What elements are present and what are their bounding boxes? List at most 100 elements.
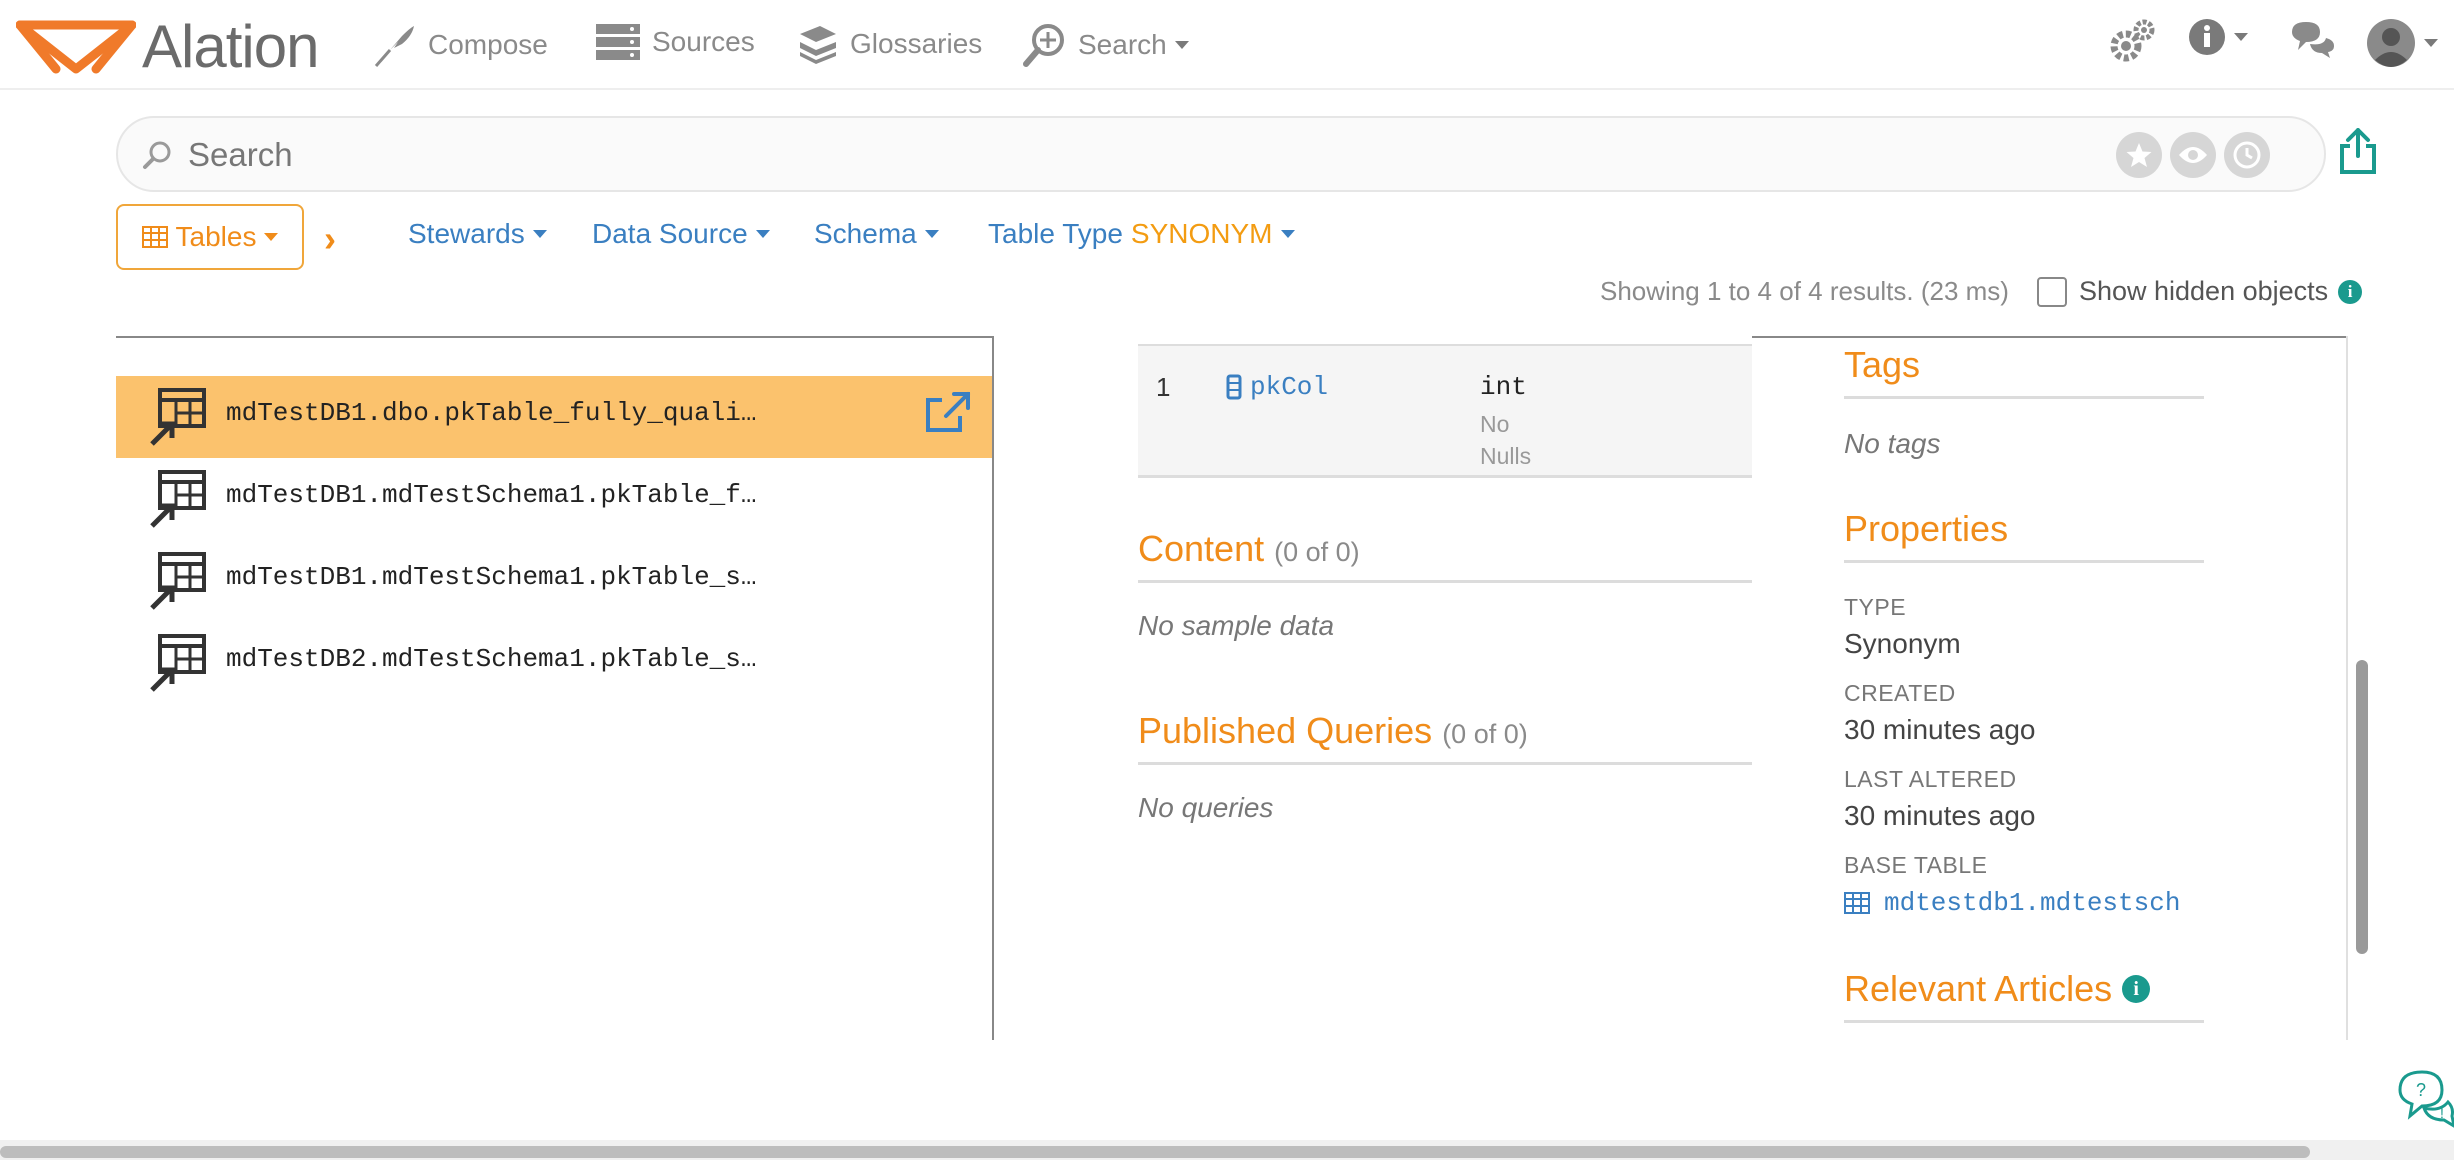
results-summary-row: Showing 1 to 4 of 4 results. (23 ms) Sho… (1600, 276, 2363, 307)
help-menu-button[interactable] (2188, 18, 2248, 56)
nav-sources[interactable]: Sources (594, 22, 755, 62)
chevron-down-icon (2424, 39, 2438, 47)
synonym-table-icon (150, 550, 208, 617)
starred-filter-button[interactable] (2116, 132, 2162, 178)
nav-search[interactable]: Search (1022, 22, 1189, 68)
alation-logo[interactable]: Alation (16, 12, 319, 81)
data-source-filter[interactable]: Data Source (592, 218, 770, 250)
nav-compose[interactable]: Compose (372, 22, 548, 68)
relevant-articles-title: Relevant Articles (1844, 968, 2113, 1009)
column-icon (1226, 374, 1242, 400)
data-source-filter-label: Data Source (592, 218, 748, 249)
search-input[interactable]: Search (116, 116, 2326, 192)
column-type: int (1480, 372, 1527, 402)
synonym-table-icon (150, 468, 208, 535)
column-index: 1 (1156, 372, 1171, 402)
type-value: Synonym (1844, 628, 1961, 659)
list-item[interactable]: mdTestDB1.dbo.pkTable_fully_quali… (116, 376, 992, 458)
results-list: mdTestDB1.dbo.pkTable_fully_quali… mdTes… (116, 336, 994, 1040)
chevron-down-icon (2234, 33, 2248, 41)
list-item-name: mdTestDB1.mdTestSchema1.pkTable_s… (226, 562, 757, 592)
detail-side-column: Tags No tags Properties TYPE Synonym CRE… (1844, 336, 2204, 1040)
schema-filter-label: Schema (814, 218, 917, 249)
nav-sources-label: Sources (652, 26, 755, 57)
server-stack-icon (596, 24, 640, 60)
list-item[interactable]: mdTestDB1.mdTestSchema1.pkTable_s… (116, 540, 992, 622)
chat-help-button[interactable]: ? ! (2396, 1068, 2454, 1133)
synonym-table-icon (150, 632, 208, 699)
divider (2346, 336, 2348, 1040)
feather-icon (374, 26, 414, 67)
detail-main-column: 1 pkCol int No Nulls Content (0 of 0) No… (1138, 336, 1752, 1040)
chat-bubbles-icon (2292, 22, 2334, 58)
show-hidden-label[interactable]: Show hidden objects (2079, 276, 2328, 307)
settings-button[interactable] (2108, 18, 2156, 66)
horizontal-scrollbar[interactable] (0, 1146, 2310, 1158)
chevron-down-icon (1174, 41, 1189, 49)
column-nullability: No Nulls (1480, 408, 1531, 472)
external-link-icon (926, 392, 970, 432)
svg-text:!: ! (2440, 1105, 2444, 1121)
base-table-label: BASE TABLE (1844, 852, 1988, 878)
tags-header: Tags (1844, 344, 2204, 399)
info-icon[interactable]: i (2338, 279, 2363, 304)
content-empty-note: No sample data (1138, 610, 1335, 641)
published-queries-title: Published Queries (1138, 710, 1433, 751)
base-table-value: mdtestdb1.mdtestsch (1884, 888, 2181, 918)
search-icon (143, 141, 171, 169)
search-placeholder: Search (188, 136, 293, 173)
properties-header: Properties (1844, 508, 2204, 563)
logo-text: Alation (142, 13, 319, 80)
clock-icon (2233, 141, 2261, 169)
chevron-down-icon (532, 230, 547, 238)
created-label: CREATED (1844, 680, 1956, 706)
column-link[interactable]: pkCol (1226, 372, 1328, 402)
tags-title: Tags (1844, 344, 1921, 385)
column-nullability-line1: No (1480, 411, 1510, 437)
table-type-filter[interactable]: Table Type SYNONYM (988, 218, 1295, 250)
eye-icon (2179, 147, 2207, 163)
schema-filter[interactable]: Schema (814, 218, 939, 250)
results-summary: Showing 1 to 4 of 4 results. (23 ms) (1600, 276, 2009, 306)
nav-glossaries-label: Glossaries (850, 28, 983, 59)
info-icon[interactable]: i (2122, 975, 2151, 1003)
vertical-scrollbar[interactable] (2356, 660, 2368, 954)
list-item[interactable]: mdTestDB2.mdTestSchema1.pkTable_s… (116, 622, 992, 704)
user-menu-button[interactable] (2366, 18, 2438, 68)
columns-table: 1 pkCol int No Nulls (1138, 344, 1752, 478)
chevron-right-icon: › (324, 218, 336, 259)
published-queries-header: Published Queries (0 of 0) (1138, 710, 1752, 765)
content-count: (0 of 0) (1274, 537, 1360, 567)
object-type-label: Tables (175, 221, 257, 252)
column-name: pkCol (1250, 372, 1329, 402)
table-type-filter-value: SYNONYM (1130, 218, 1273, 249)
open-external-button[interactable] (924, 390, 972, 439)
divider (1752, 336, 2348, 338)
last-altered-value: 30 minutes ago (1844, 800, 2036, 831)
info-circle-icon (2189, 19, 2225, 55)
object-type-dropdown[interactable]: Tables (116, 204, 304, 270)
top-navigation-bar: Alation Compose Sources Glossaries Searc… (0, 0, 2454, 90)
share-button[interactable] (2340, 128, 2376, 179)
recent-filter-button[interactable] (2224, 132, 2270, 178)
content-section-header: Content (0 of 0) (1138, 528, 1752, 583)
stewards-filter[interactable]: Stewards (408, 218, 547, 250)
watched-filter-button[interactable] (2170, 132, 2216, 178)
base-table-link[interactable]: mdtestdb1.mdtestsch (1844, 888, 2180, 918)
chevron-down-icon (1280, 230, 1295, 238)
list-item-name: mdTestDB2.mdTestSchema1.pkTable_s… (226, 644, 757, 674)
relevant-articles-header: Relevant Articles i (1844, 968, 2204, 1023)
filter-bar: Tables › Stewards Data Source Schema Tab… (116, 204, 2366, 270)
nav-glossaries[interactable]: Glossaries (796, 22, 982, 66)
conversations-button[interactable] (2290, 18, 2336, 58)
star-icon (2126, 143, 2152, 167)
show-hidden-checkbox[interactable] (2036, 276, 2067, 307)
chat-help-icon: ? ! (2398, 1070, 2454, 1128)
table-grid-icon (1844, 892, 1870, 914)
list-item[interactable]: mdTestDB1.mdTestSchema1.pkTable_f… (116, 458, 992, 540)
book-stack-icon (800, 26, 836, 64)
share-icon (2340, 128, 2376, 174)
table-grid-icon (141, 226, 168, 248)
stewards-filter-label: Stewards (408, 218, 525, 249)
list-item-name: mdTestDB1.dbo.pkTable_fully_quali… (226, 398, 757, 428)
